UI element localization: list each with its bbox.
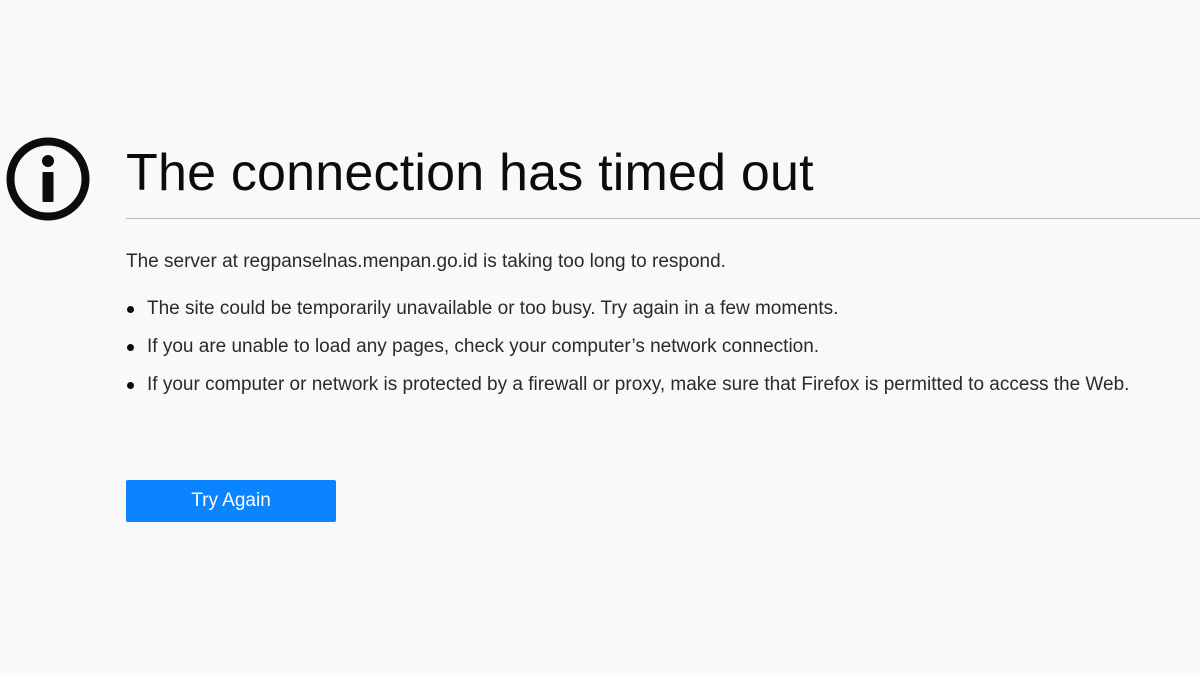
- reason-text: If you are unable to load any pages, che…: [147, 336, 820, 357]
- title-divider: [126, 218, 1200, 219]
- reason-item: If you are unable to load any pages, che…: [126, 333, 1186, 361]
- try-again-button[interactable]: Try Again: [126, 480, 336, 522]
- reason-item: The site could be temporarily unavailabl…: [126, 295, 1186, 323]
- reason-text: If your computer or network is protected…: [147, 374, 1130, 395]
- error-page: The connection has timed out The server …: [0, 0, 1200, 675]
- reason-item: If your computer or network is protected…: [126, 371, 1186, 399]
- bullet: [127, 344, 134, 351]
- error-intro: The server at regpanselnas.menpan.go.id …: [126, 251, 726, 272]
- bullet: [127, 306, 134, 313]
- reason-text: The site could be temporarily unavailabl…: [147, 298, 839, 319]
- bullet: [127, 382, 134, 389]
- info-icon: [5, 136, 91, 222]
- page-title: The connection has timed out: [126, 144, 814, 202]
- reasons-list: The site could be temporarily unavailabl…: [126, 295, 1186, 399]
- error-content: The connection has timed out The server …: [126, 140, 1200, 409]
